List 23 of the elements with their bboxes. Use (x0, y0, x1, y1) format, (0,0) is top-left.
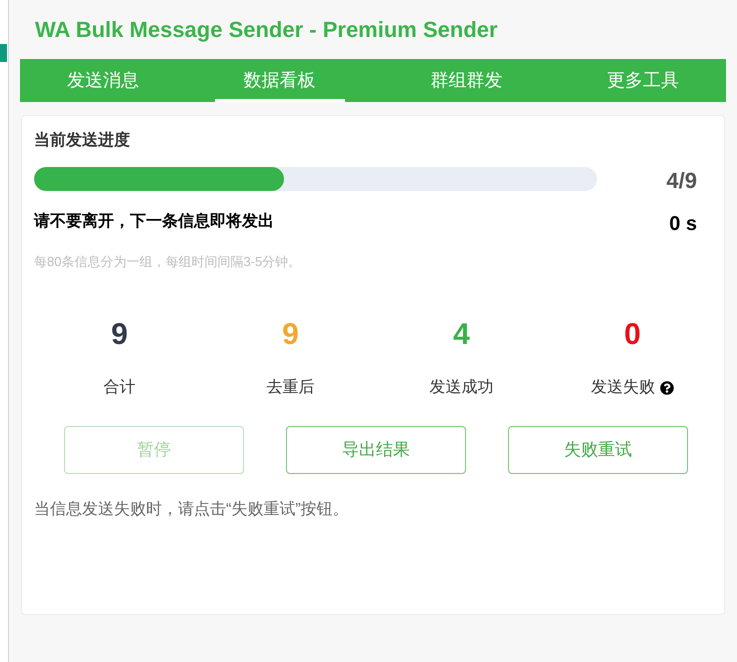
progress-count: 4/9 (666, 167, 697, 195)
edge-marker (0, 44, 7, 62)
tab[interactable]: 群组群发 (402, 59, 532, 102)
action-button[interactable]: 导出结果 (286, 426, 466, 474)
stat-label: 发送失败 (591, 378, 655, 398)
grouping-hint: 每80条信息分为一组，每组时间间隔3-5分钟。 (34, 253, 302, 271)
stat-value: 9 (282, 317, 299, 353)
stat-label: 去重后 (266, 378, 314, 398)
status-message: 请不要离开，下一条信息即将发出 (34, 211, 274, 232)
app-title: WA Bulk Message Sender - Premium Sender (35, 16, 498, 44)
tab[interactable]: 发送消息 (38, 59, 168, 102)
tab[interactable]: 更多工具 (578, 59, 708, 102)
countdown: 0 s (669, 212, 697, 236)
stat-value: 0 (624, 317, 641, 353)
stat-value: 4 (453, 317, 470, 353)
help-icon[interactable] (660, 381, 674, 395)
action-button[interactable]: 失败重试 (508, 426, 688, 474)
stat-label: 发送成功 (430, 378, 494, 398)
progress-heading: 当前发送进度 (34, 130, 131, 151)
tab[interactable]: 数据看板 (214, 59, 344, 102)
stat-label: 合计 (104, 378, 136, 398)
retry-note: 当信息发送失败时，请点击“失败重试”按钮。 (34, 500, 350, 520)
stat-value: 9 (111, 317, 128, 353)
